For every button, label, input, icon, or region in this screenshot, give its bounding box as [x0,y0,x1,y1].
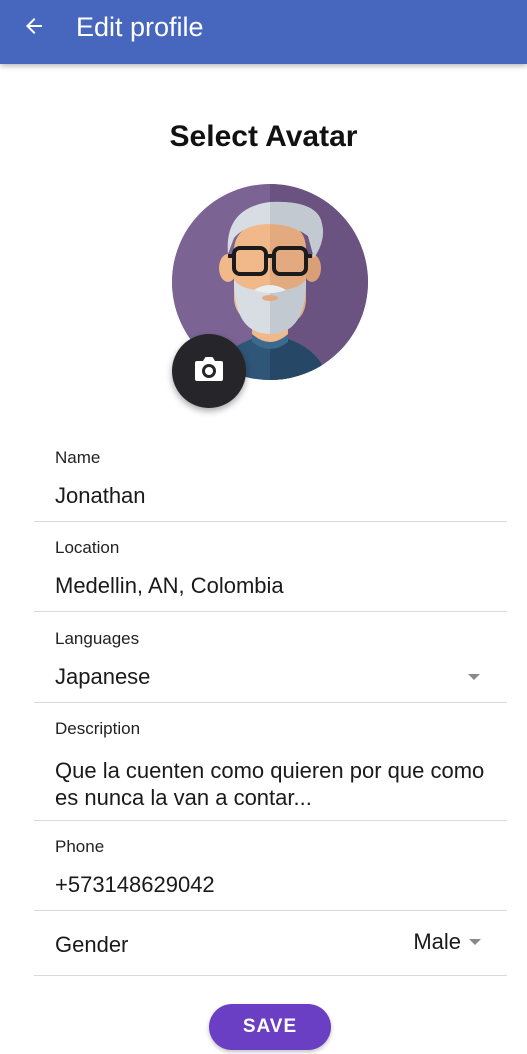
description-field[interactable]: Description Que la cuenten como quieren … [34,703,507,821]
page-title: Edit profile [76,12,204,42]
app-bar: Edit profile [0,0,527,64]
location-field[interactable]: Location Medellin, AN, Colombia [34,522,507,612]
location-label: Location [55,538,120,557]
phone-field[interactable]: Phone +573148629042 [34,821,507,911]
phone-input[interactable]: +573148629042 [55,871,215,899]
gender-value[interactable]: Male [413,928,461,956]
description-label: Description [55,719,141,738]
location-input[interactable]: Medellin, AN, Colombia [55,572,284,600]
phone-label: Phone [55,837,105,856]
gender-field: Gender Male [34,911,507,976]
gender-label: Gender [55,932,129,957]
languages-select[interactable]: Languages Japanese [34,612,507,703]
camera-icon [193,355,225,388]
arrow-left-icon [22,14,46,43]
description-input[interactable]: Que la cuenten como quieren por que como… [55,757,485,811]
chevron-down-icon[interactable] [469,939,481,945]
languages-value[interactable]: Japanese [55,663,150,691]
back-button[interactable] [14,10,54,46]
name-field[interactable]: Name Jonathan [34,438,507,522]
languages-label: Languages [55,629,140,648]
name-input[interactable]: Jonathan [55,482,146,510]
change-avatar-button[interactable] [172,334,246,408]
gender-select[interactable]: Male [413,927,481,957]
chevron-down-icon[interactable] [468,674,480,680]
save-button[interactable]: SAVE [209,1004,331,1050]
select-avatar-heading: Select Avatar [169,120,358,153]
name-label: Name [55,448,101,467]
